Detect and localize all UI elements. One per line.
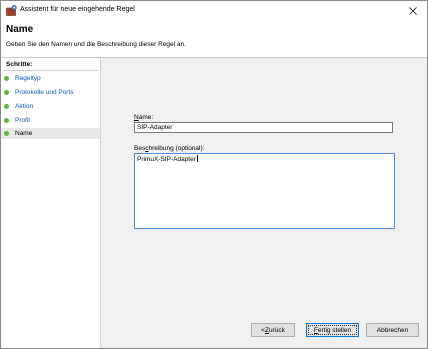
- step-label: Name: [15, 130, 33, 137]
- back-button[interactable]: < Zurück: [251, 323, 295, 337]
- wizard-window: Assistent für neue eingehende Regel Name…: [0, 0, 428, 349]
- name-label: Name:: [134, 114, 154, 121]
- steps-heading: Schritte:: [6, 61, 33, 68]
- close-button[interactable]: [399, 1, 427, 20]
- step-bullet-icon: [4, 90, 9, 95]
- cancel-button[interactable]: Abbrechen: [366, 323, 419, 337]
- close-icon: [409, 6, 417, 15]
- page-title: Name: [6, 24, 34, 35]
- step-bullet-icon: [4, 118, 9, 123]
- step-regeltyp[interactable]: Regeltyp: [1, 73, 100, 84]
- step-label: Aktion: [15, 103, 34, 110]
- window-title: Assistent für neue eingehende Regel: [20, 6, 135, 13]
- content-panel: Name: Beschreibung (optional): PrimuX-SI…: [101, 58, 427, 348]
- title-bar: Assistent für neue eingehende Regel: [1, 1, 427, 20]
- step-protokolle-und-ports[interactable]: Protokolle und Ports: [1, 87, 100, 98]
- step-aktion[interactable]: Aktion: [1, 101, 100, 112]
- description-label: Beschreibung (optional):: [134, 145, 205, 152]
- step-bullet-icon: [4, 104, 9, 109]
- step-name[interactable]: Name: [1, 128, 100, 139]
- step-bullet-icon: [4, 76, 9, 81]
- firewall-rule-icon: [6, 5, 17, 16]
- text-caret: [196, 155, 198, 162]
- step-label: Profil: [15, 117, 30, 124]
- wizard-header: Name Geben Sie den Namen und die Beschre…: [1, 20, 427, 57]
- step-label: Regeltyp: [15, 75, 41, 82]
- step-label: Protokolle und Ports: [15, 89, 74, 96]
- name-input[interactable]: [134, 122, 393, 133]
- description-textarea[interactable]: PrimuX-SIP-Adapter: [134, 153, 395, 229]
- steps-divider: [3, 70, 98, 71]
- step-profil[interactable]: Profil: [1, 115, 100, 126]
- finish-button[interactable]: Fertig stellen: [306, 323, 359, 337]
- step-bullet-icon: [4, 131, 9, 136]
- description-text: PrimuX-SIP-Adapter: [137, 156, 196, 163]
- page-description: Geben Sie den Namen und die Beschreibung…: [6, 41, 186, 48]
- steps-panel: Schritte: Regeltyp Protokolle und Ports …: [1, 58, 101, 348]
